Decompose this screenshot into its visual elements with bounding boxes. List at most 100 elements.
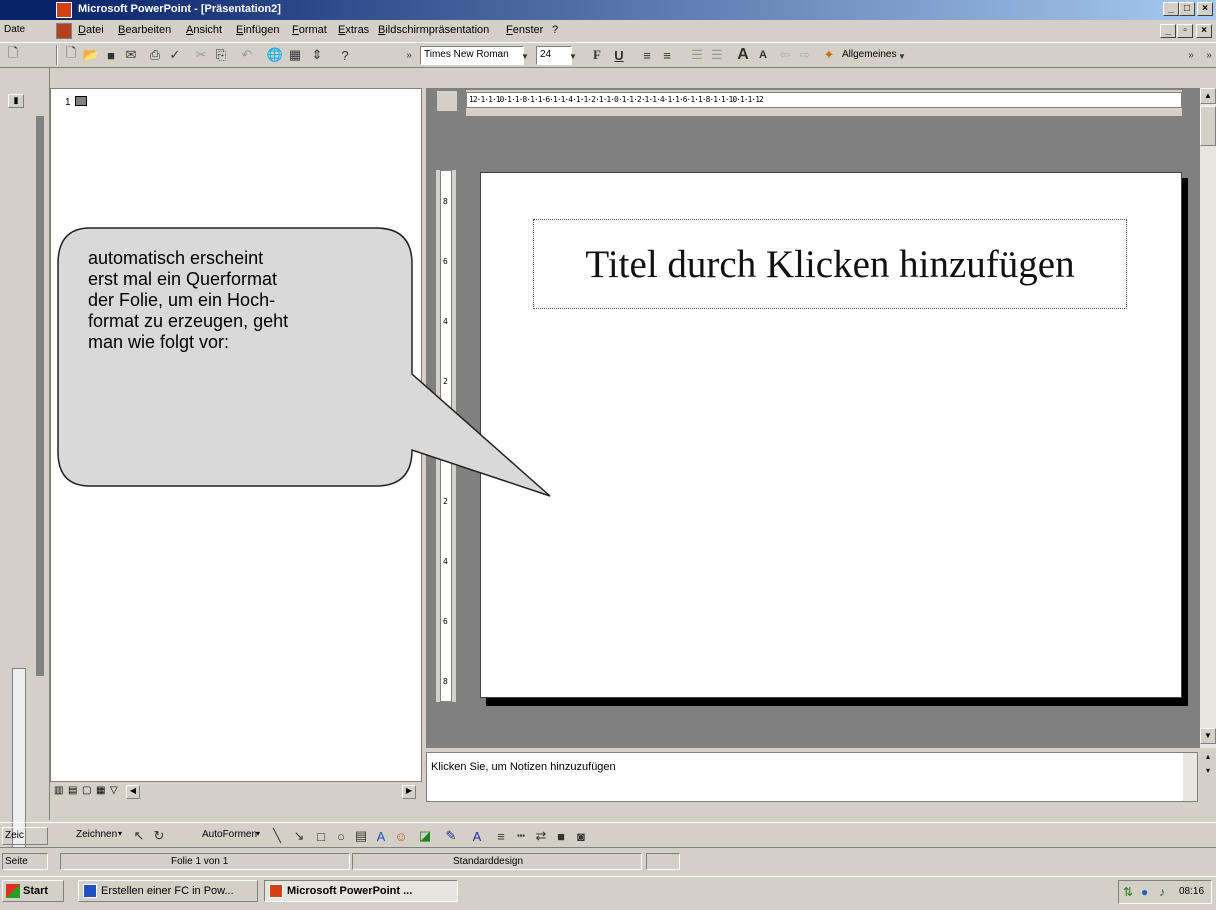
menu-fenster[interactable]: Fenster bbox=[506, 20, 543, 40]
tables-icon[interactable]: ▦ bbox=[284, 44, 306, 66]
scroll-up-button[interactable]: ▲ bbox=[1200, 88, 1216, 104]
menu-bildschirmpraesentation[interactable]: Bildschirmpräsentation bbox=[378, 20, 489, 40]
strip-scroll-thumb[interactable] bbox=[36, 116, 44, 676]
maximize-button[interactable]: □ bbox=[1179, 2, 1195, 16]
taskbar-item-word[interactable]: Erstellen einer FC in Pow... bbox=[78, 880, 258, 902]
save-icon[interactable]: ■ bbox=[100, 44, 122, 66]
select-pointer-icon[interactable]: ↖ bbox=[128, 825, 150, 847]
doc-minimize-button[interactable]: _ bbox=[1160, 24, 1176, 38]
start-button[interactable]: Start bbox=[2, 880, 64, 902]
h-scroll-right-button[interactable]: ▶ bbox=[402, 785, 416, 799]
callout-text: automatisch erscheint erst mal ein Querf… bbox=[88, 248, 388, 353]
draw-menu-button[interactable]: Zeichnen bbox=[76, 829, 117, 840]
doc-close-button[interactable]: × bbox=[1196, 24, 1212, 38]
h-scroll-left-button[interactable]: ◀ bbox=[126, 785, 140, 799]
volume-icon[interactable]: ♪ bbox=[1159, 885, 1165, 899]
toolbar-overflow-icon-2[interactable]: » bbox=[1198, 44, 1216, 66]
fill-color-icon[interactable]: ◪ bbox=[414, 825, 436, 847]
font-color-icon[interactable]: A bbox=[466, 825, 488, 847]
help-icon[interactable]: ? bbox=[334, 44, 356, 66]
title-placeholder[interactable]: Titel durch Klicken hinzufügen bbox=[533, 219, 1127, 309]
open-icon[interactable]: 📂 bbox=[80, 44, 102, 66]
slide[interactable]: Titel durch Klicken hinzufügen bbox=[480, 172, 1182, 698]
sorter-view-icon[interactable]: ▦ bbox=[96, 785, 105, 796]
new-icon[interactable]: 🗋 bbox=[60, 44, 82, 66]
vertical-scrollbar[interactable]: ▲ ▼ bbox=[1200, 88, 1216, 748]
design-dropdown-icon[interactable]: ▼ bbox=[896, 45, 908, 67]
line-icon[interactable]: ╲ bbox=[266, 825, 288, 847]
outline-view-bar: ▥ ▤ ▢ ▦ ▽ ◀ ▶ bbox=[50, 782, 422, 802]
strip-button[interactable]: ▮ bbox=[8, 94, 24, 108]
vruler-label: 4 bbox=[443, 557, 448, 566]
taskbar-item-powerpoint[interactable]: Microsoft PowerPoint ... bbox=[264, 880, 458, 902]
normal-view-icon[interactable]: ▥ bbox=[54, 785, 63, 796]
prev-slide-button[interactable]: ▴ bbox=[1200, 752, 1216, 764]
3d-icon[interactable]: ◙ bbox=[570, 825, 592, 847]
menu-extras[interactable]: Extras bbox=[338, 20, 369, 40]
callout-line: erst mal ein Querformat bbox=[88, 269, 278, 289]
free-rotate-icon[interactable]: ↻ bbox=[148, 825, 170, 847]
scroll-thumb[interactable] bbox=[1200, 106, 1216, 146]
slide-view-icon[interactable]: ▢ bbox=[82, 785, 91, 796]
scroll-down-button[interactable]: ▼ bbox=[1200, 728, 1216, 744]
email-icon[interactable]: ✉ bbox=[120, 44, 142, 66]
minimize-button[interactable]: _ bbox=[1163, 2, 1179, 16]
outline-slide-icon[interactable] bbox=[75, 96, 87, 106]
arrow-style-icon[interactable]: ⇄ bbox=[530, 825, 552, 847]
menu-bearbeiten[interactable]: Bearbeiten bbox=[118, 20, 171, 40]
textbox-icon[interactable]: ▤ bbox=[350, 825, 372, 847]
rectangle-icon[interactable]: □ bbox=[310, 825, 332, 847]
doc-restore-button[interactable]: ▫ bbox=[1177, 24, 1193, 38]
bold-button[interactable]: F bbox=[586, 44, 608, 66]
network-icon[interactable]: ⇅ bbox=[1123, 885, 1133, 899]
app-icon[interactable] bbox=[56, 2, 72, 18]
promote-icon[interactable]: ⇦ bbox=[774, 44, 796, 66]
font-name-field[interactable]: Times New Roman bbox=[420, 46, 524, 65]
expand-icon[interactable]: ⇕ bbox=[306, 44, 328, 66]
design-label[interactable]: Allgemeines bbox=[842, 49, 896, 60]
align-left-icon[interactable]: ≡ bbox=[636, 44, 658, 66]
shrink-font-icon[interactable]: A bbox=[752, 44, 774, 66]
notes-pane[interactable]: Klicken Sie, um Notizen hinzuzufügen bbox=[426, 752, 1198, 802]
show-view-icon[interactable]: ▽ bbox=[110, 785, 118, 796]
dash-style-icon[interactable]: ┅ bbox=[510, 825, 532, 847]
numbering-icon[interactable]: ☰ bbox=[686, 44, 708, 66]
menu-einfuegen[interactable]: Einfügen bbox=[236, 20, 279, 40]
line-style-icon[interactable]: ≡ bbox=[490, 825, 512, 847]
oval-icon[interactable]: ○ bbox=[330, 825, 352, 847]
shadow-icon[interactable]: ■ bbox=[550, 825, 572, 847]
align-center-icon[interactable]: ≡ bbox=[656, 44, 678, 66]
next-slide-button[interactable]: ▾ bbox=[1200, 766, 1216, 778]
doc-icon[interactable] bbox=[56, 23, 72, 39]
menu-datei[interactable]: Datei bbox=[78, 20, 104, 40]
print-icon[interactable]: ⎙ bbox=[144, 44, 166, 66]
spellcheck-icon[interactable]: ✓ bbox=[164, 44, 186, 66]
outline-view-icon[interactable]: ▤ bbox=[68, 785, 77, 796]
line-color-icon[interactable]: ✎ bbox=[440, 825, 462, 847]
undo-icon[interactable]: ↶ bbox=[236, 44, 258, 66]
title-bar[interactable]: Microsoft PowerPoint - [Präsentation2] bbox=[52, 0, 1216, 20]
overflow-chevron-icon[interactable]: » bbox=[398, 44, 420, 66]
grow-font-icon[interactable]: A bbox=[732, 44, 754, 66]
horizontal-ruler: 12·1·1·10·1·1·8·1·1·6·1·1·4·1·1·2·1·1·0·… bbox=[466, 90, 1182, 116]
arrow-icon[interactable]: ↘ bbox=[288, 825, 310, 847]
new-doc-icon-left[interactable]: 🗋 bbox=[2, 44, 24, 66]
autoshapes-button[interactable]: AutoFormen bbox=[202, 829, 257, 840]
demote-icon[interactable]: ⇨ bbox=[794, 44, 816, 66]
close-button[interactable]: × bbox=[1197, 2, 1213, 16]
underline-button[interactable]: U bbox=[608, 44, 630, 66]
font-name-dropdown-icon[interactable]: ▼ bbox=[518, 45, 532, 67]
menu-format[interactable]: Format bbox=[292, 20, 327, 40]
antivirus-icon[interactable]: ● bbox=[1141, 885, 1148, 899]
hyperlink-icon[interactable]: 🌐 bbox=[264, 44, 286, 66]
menu-help[interactable]: ? bbox=[552, 20, 558, 40]
clipart-icon[interactable]: ☺ bbox=[390, 825, 412, 847]
copy-icon[interactable]: ⎘ bbox=[210, 44, 232, 66]
font-size-dropdown-icon[interactable]: ▼ bbox=[566, 45, 580, 67]
bullets-icon[interactable]: ☰ bbox=[706, 44, 728, 66]
cut-icon[interactable]: ✂ bbox=[190, 44, 212, 66]
wordart-icon[interactable]: A bbox=[370, 825, 392, 847]
notes-scroll-track[interactable] bbox=[1183, 753, 1197, 801]
menu-ansicht[interactable]: Ansicht bbox=[186, 20, 222, 40]
design-icon[interactable]: ✦ bbox=[818, 44, 840, 66]
